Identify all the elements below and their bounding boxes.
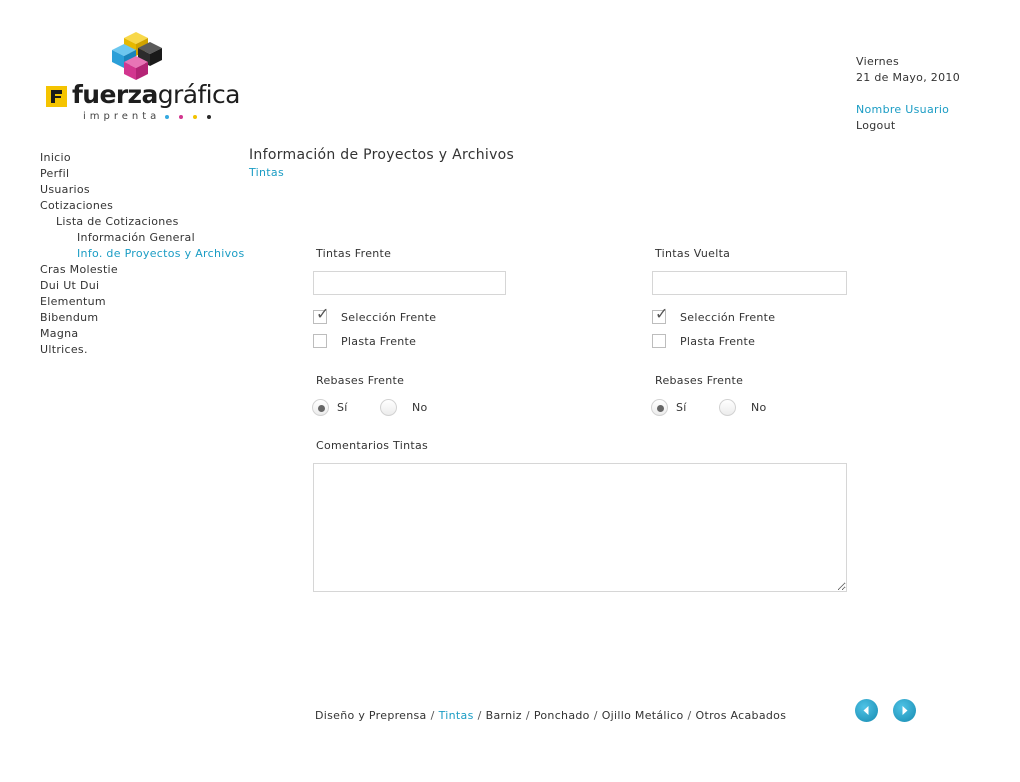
back-bleed-no-radio[interactable]: No xyxy=(719,399,767,416)
front-bleed-yes-radio[interactable]: Sí xyxy=(312,399,348,416)
step-separator: / xyxy=(430,709,435,722)
comments-textarea[interactable] xyxy=(313,463,847,592)
step-barniz[interactable]: Barniz xyxy=(486,709,522,722)
page-subtitle: Tintas xyxy=(249,166,284,179)
sidebar-item-dui-ut-dui[interactable]: Dui Ut Dui xyxy=(40,278,244,294)
front-selection-checkbox[interactable]: ✓ Selección Frente xyxy=(313,306,437,324)
step-separator: / xyxy=(687,709,692,722)
arrow-left-icon xyxy=(863,706,869,715)
step-separator: / xyxy=(525,709,530,722)
step-otros-acabados[interactable]: Otros Acabados xyxy=(696,709,787,722)
date-full: 21 de Mayo, 2010 xyxy=(856,71,960,84)
back-selection-label: Selección Frente xyxy=(680,310,776,324)
step-ojillo-metalico[interactable]: Ojillo Metálico xyxy=(602,709,684,722)
sidebar-nav: Inicio Perfil Usuarios Cotizaciones List… xyxy=(40,150,244,358)
color-cubes-icon xyxy=(112,32,162,80)
checkbox-box[interactable] xyxy=(652,334,666,348)
front-bleed-yes-label: Sí xyxy=(337,401,348,414)
back-bleed-label: Rebases Frente xyxy=(655,374,744,387)
back-bleed-no-label: No xyxy=(751,401,767,414)
step-breadcrumb: Diseño y Preprensa / Tintas / Barniz / Ponchad… xyxy=(315,709,786,722)
checkmark-icon: ✓ xyxy=(316,304,330,323)
sidebar-item-cotizaciones[interactable]: Cotizaciones xyxy=(40,198,244,214)
back-selection-checkbox[interactable]: ✓ Selección Frente xyxy=(652,306,776,324)
radio-circle[interactable] xyxy=(312,399,329,416)
brand-mark-icon xyxy=(46,86,67,107)
checkbox-box[interactable]: ✓ xyxy=(652,306,668,324)
checkbox-box[interactable]: ✓ xyxy=(313,306,329,324)
sidebar-item-inicio[interactable]: Inicio xyxy=(40,150,244,166)
step-tintas[interactable]: Tintas xyxy=(439,709,474,722)
next-button[interactable] xyxy=(893,699,916,722)
radio-selected-dot xyxy=(657,405,664,412)
checkmark-icon: ✓ xyxy=(655,304,669,323)
radio-selected-dot xyxy=(318,405,325,412)
back-bleed-yes-radio[interactable]: Sí xyxy=(651,399,687,416)
sidebar-item-informacion-general[interactable]: Información General xyxy=(40,230,244,246)
front-plate-label: Plasta Frente xyxy=(341,334,417,348)
cmyk-dots-icon xyxy=(165,115,211,119)
sidebar-item-magna[interactable]: Magna xyxy=(40,326,244,342)
brand-name: fuerzagráfica xyxy=(72,80,240,109)
step-ponchado[interactable]: Ponchado xyxy=(534,709,590,722)
back-plate-checkbox[interactable]: Plasta Frente xyxy=(652,334,755,348)
sidebar-item-info-proyectos[interactable]: Info. de Proyectos y Archivos xyxy=(40,246,244,262)
radio-circle[interactable] xyxy=(651,399,668,416)
radio-circle[interactable] xyxy=(380,399,397,416)
page-title: Información de Proyectos y Archivos xyxy=(249,147,515,163)
sidebar-item-perfil[interactable]: Perfil xyxy=(40,166,244,182)
front-bleed-no-label: No xyxy=(412,401,428,414)
sidebar-item-usuarios[interactable]: Usuarios xyxy=(40,182,244,198)
radio-circle[interactable] xyxy=(719,399,736,416)
previous-button[interactable] xyxy=(855,699,878,722)
back-plate-label: Plasta Frente xyxy=(680,334,756,348)
arrow-right-icon xyxy=(902,706,908,715)
brand-tagline: imprenta xyxy=(83,111,161,122)
step-separator: / xyxy=(477,709,482,722)
step-diseno-preprensa[interactable]: Diseño y Preprensa xyxy=(315,709,427,722)
front-inks-input[interactable] xyxy=(313,271,506,295)
brand-logo: fuerzagráfica imprenta xyxy=(44,30,244,130)
user-name-link[interactable]: Nombre Usuario xyxy=(856,102,960,118)
sidebar-item-bibendum[interactable]: Bibendum xyxy=(40,310,244,326)
sidebar-item-ultrices[interactable]: Ultrices. xyxy=(40,342,244,358)
front-plate-checkbox[interactable]: Plasta Frente xyxy=(313,334,416,348)
logout-link[interactable]: Logout xyxy=(856,118,960,134)
header-info: Viernes 21 de Mayo, 2010 Nombre Usuario … xyxy=(856,54,960,134)
front-bleed-no-radio[interactable]: No xyxy=(380,399,428,416)
step-separator: / xyxy=(593,709,598,722)
front-selection-label: Selección Frente xyxy=(341,310,437,324)
back-inks-input[interactable] xyxy=(652,271,847,295)
sidebar-item-elementum[interactable]: Elementum xyxy=(40,294,244,310)
comments-label: Comentarios Tintas xyxy=(316,439,429,452)
date-day: Viernes xyxy=(856,55,900,68)
checkbox-box[interactable] xyxy=(313,334,327,348)
back-bleed-yes-label: Sí xyxy=(676,401,687,414)
back-inks-label: Tintas Vuelta xyxy=(655,247,731,260)
sidebar-item-cras-molestie[interactable]: Cras Molestie xyxy=(40,262,244,278)
sidebar-item-lista-cotizaciones[interactable]: Lista de Cotizaciones xyxy=(40,214,244,230)
front-bleed-label: Rebases Frente xyxy=(316,374,405,387)
front-inks-label: Tintas Frente xyxy=(316,247,392,260)
